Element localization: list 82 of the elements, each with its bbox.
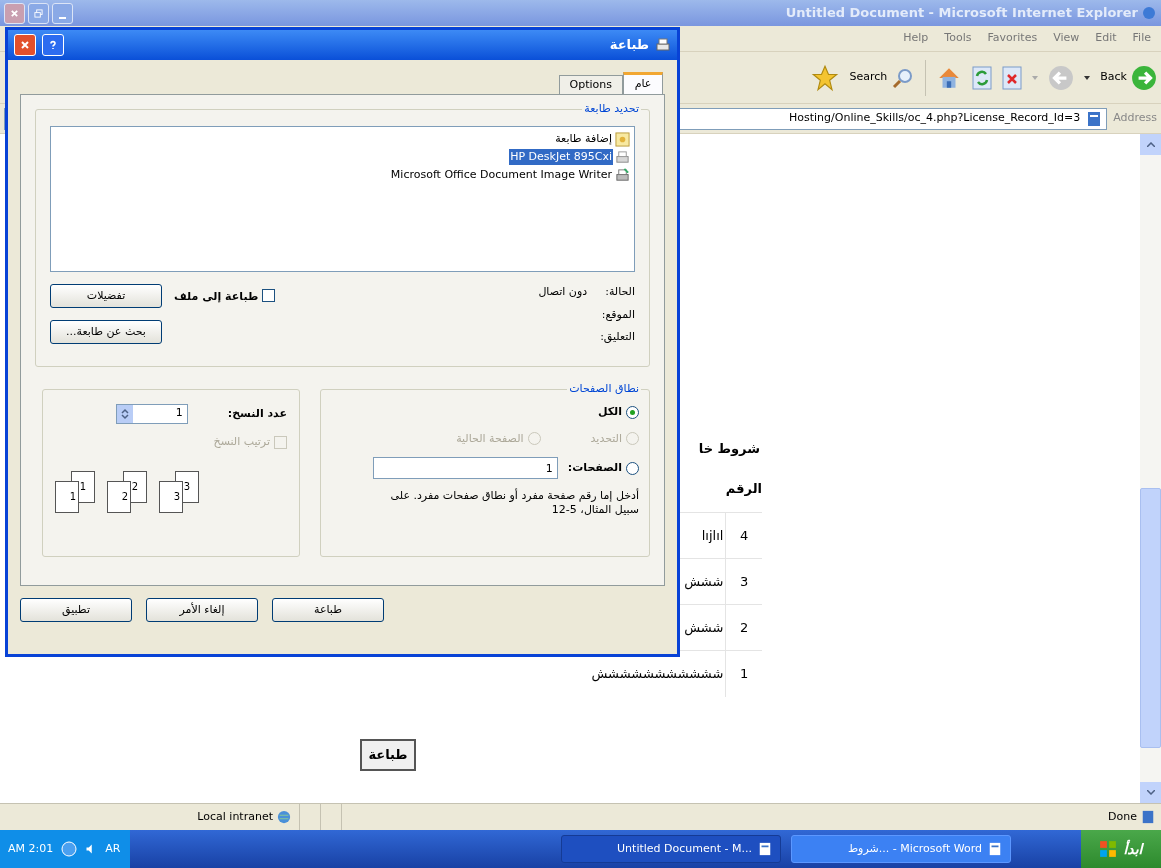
globe-icon xyxy=(277,810,291,824)
back-button[interactable]: Back xyxy=(1100,64,1157,91)
document-icon xyxy=(758,842,772,856)
menu-item[interactable]: Favorites xyxy=(987,30,1038,47)
restore-icon xyxy=(34,8,43,18)
minimize-icon xyxy=(59,16,66,19)
close-icon xyxy=(20,40,30,50)
table-cell: ششش xyxy=(591,558,726,605)
refresh-icon[interactable] xyxy=(972,65,993,90)
close-button[interactable] xyxy=(4,2,25,24)
checkbox[interactable] xyxy=(262,289,276,302)
star-icon[interactable] xyxy=(811,63,840,92)
printer-item[interactable]: Microsoft Office Document Image Writer xyxy=(389,167,630,183)
status-value: دون اتصال xyxy=(538,284,588,300)
page-icon xyxy=(1086,110,1103,127)
radio-label: الكل xyxy=(597,404,622,420)
page-icon xyxy=(1141,810,1155,824)
windows-logo-icon xyxy=(1099,840,1118,858)
radio-label: التحديد xyxy=(590,430,622,447)
printer-item[interactable]: إضافة طابعة xyxy=(554,131,630,147)
print-button[interactable]: طباعة xyxy=(360,738,416,771)
printer-icon xyxy=(615,149,630,165)
table-header: الرقم xyxy=(725,464,762,513)
menu-item[interactable]: Edit xyxy=(1095,30,1117,47)
table-cell: ششش xyxy=(591,604,726,651)
dialog-button[interactable]: طباعة xyxy=(272,598,384,622)
tab[interactable]: عام xyxy=(623,72,663,94)
menu-item[interactable]: View xyxy=(1053,30,1080,47)
status-label: الحالة: xyxy=(605,284,635,300)
table-cell: 3 xyxy=(725,558,762,605)
copies-label: عدد النسخ: xyxy=(227,405,287,422)
dialog-button[interactable]: تطبيق xyxy=(20,598,132,622)
caret-icon[interactable] xyxy=(1084,75,1091,80)
restore-button[interactable] xyxy=(28,2,49,24)
address-label: Address xyxy=(1113,110,1157,127)
clock: AM 2:01 xyxy=(8,840,54,857)
start-button[interactable]: ابدأ xyxy=(1081,830,1161,868)
checkbox-label: طباعة إلى ملف xyxy=(174,289,259,305)
tab[interactable]: Options xyxy=(558,75,623,94)
help-button[interactable] xyxy=(42,34,64,56)
network-icon[interactable] xyxy=(61,841,78,857)
menu-item[interactable]: Tools xyxy=(944,30,972,47)
menu-item[interactable]: File xyxy=(1132,30,1151,47)
table-cell: 1 xyxy=(725,650,762,697)
radio-button[interactable] xyxy=(626,461,639,475)
scroll-up-icon[interactable] xyxy=(1140,134,1161,155)
close-icon xyxy=(10,8,19,18)
window-title: Untitled Document - Microsoft Internet Explorer xyxy=(785,4,1138,23)
page-heading: شروط خا xyxy=(698,440,760,458)
status-text: Done xyxy=(1108,808,1137,825)
pages-input[interactable]: 1 xyxy=(372,457,558,479)
collate-pages-drawing: 1 1 2 2 3 3 xyxy=(55,470,201,513)
dialog-title: طباعة xyxy=(609,36,649,55)
taskbar-button[interactable]: Untitled Document - M... xyxy=(561,835,781,863)
printer-icon xyxy=(615,167,630,183)
scroll-down-icon[interactable] xyxy=(1140,782,1161,803)
scrollbar[interactable] xyxy=(1140,134,1161,803)
document-icon xyxy=(988,842,1002,856)
zone-text: Local intranet xyxy=(197,808,273,825)
preferences-button[interactable]: تفضيلات xyxy=(50,284,162,308)
spin-arrows-icon xyxy=(116,405,133,423)
copies-value: 1 xyxy=(174,405,184,421)
radio-label: الصفحات: xyxy=(567,459,622,476)
status-label: الموقع: xyxy=(601,306,635,323)
minimize-button[interactable] xyxy=(52,2,73,24)
copies-spinner[interactable]: 1 xyxy=(115,404,188,424)
find-printer-button[interactable]: بحث عن طابعة... xyxy=(50,320,162,344)
radio-label: الصفحة الحالية xyxy=(456,430,524,447)
search-button[interactable]: Search xyxy=(849,65,916,90)
table-cell: 4 xyxy=(725,512,762,559)
checkbox-label: ترتيب النسخ xyxy=(213,434,270,450)
status-label: التعليق: xyxy=(600,329,635,345)
scroll-thumb[interactable] xyxy=(1140,488,1161,748)
taskbar-button[interactable]: شروط... - Microsoft Word xyxy=(791,835,1011,863)
table-cell: ششششششششششش xyxy=(591,650,726,697)
table-cell: 2 xyxy=(725,604,762,651)
printer-icon xyxy=(655,37,671,53)
radio-button[interactable] xyxy=(626,405,639,419)
help-icon xyxy=(48,40,58,50)
dialog-button[interactable]: إلغاء الأمر xyxy=(146,598,258,622)
stop-icon[interactable] xyxy=(1002,65,1023,90)
menu-item[interactable]: Help xyxy=(903,30,929,47)
